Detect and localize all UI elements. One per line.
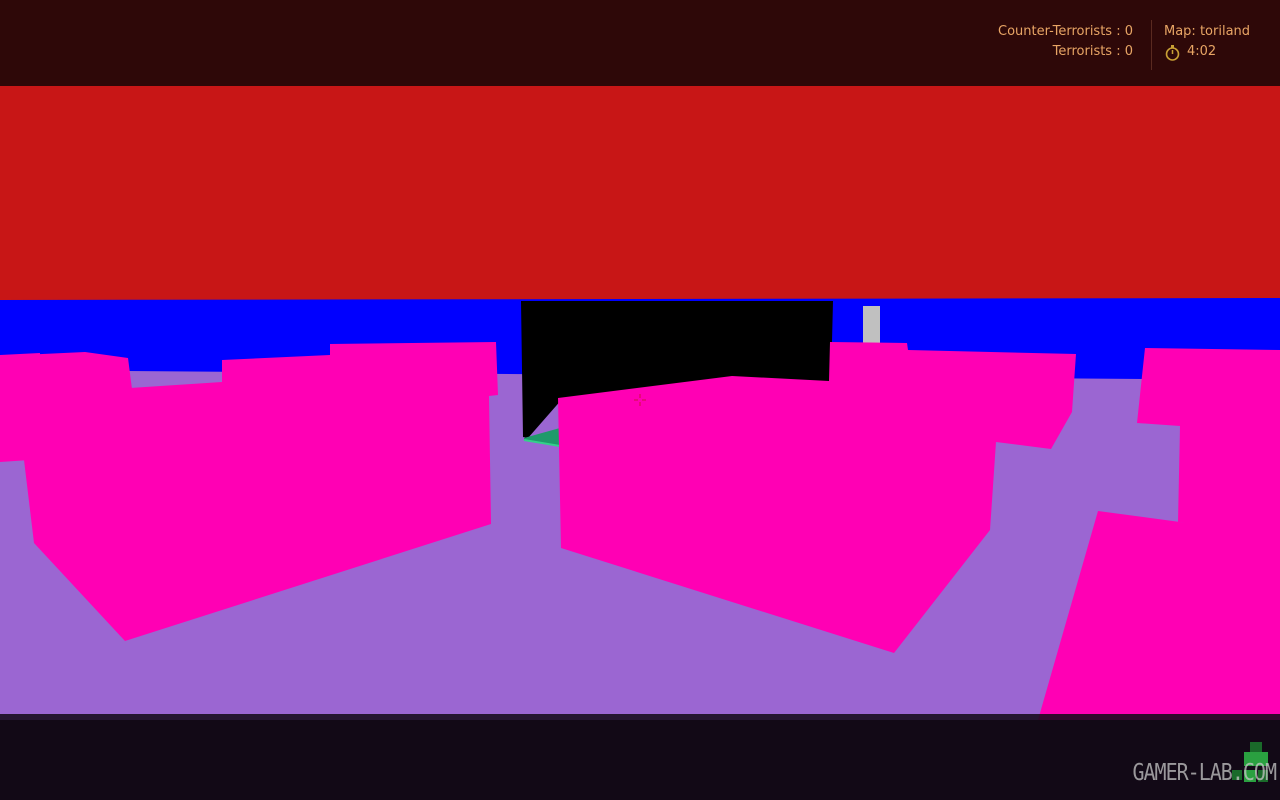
watermark: GAMER-LAB.COM bbox=[1132, 758, 1277, 786]
grey-pillar bbox=[863, 306, 880, 346]
team-scores: Counter-Terrorists : 0 Terrorists : 0 bbox=[998, 22, 1133, 62]
map-info: Map: toriland 4:02 bbox=[1164, 22, 1250, 62]
round-timer: 4:02 bbox=[1164, 42, 1250, 62]
game-viewport[interactable]: Counter-Terrorists : 0 Terrorists : 0 Ma… bbox=[0, 0, 1280, 800]
t-score: Terrorists : 0 bbox=[1052, 44, 1133, 59]
timer-value: 4:02 bbox=[1187, 44, 1217, 59]
crosshair-icon bbox=[634, 394, 646, 406]
stopwatch-icon bbox=[1165, 45, 1180, 61]
hud-divider bbox=[1151, 20, 1152, 70]
map-name: Map: toriland bbox=[1164, 24, 1251, 39]
ct-score: Counter-Terrorists : 0 bbox=[998, 24, 1133, 39]
ceiling bbox=[0, 80, 1280, 310]
spectator-bottom-bar bbox=[0, 714, 1280, 800]
